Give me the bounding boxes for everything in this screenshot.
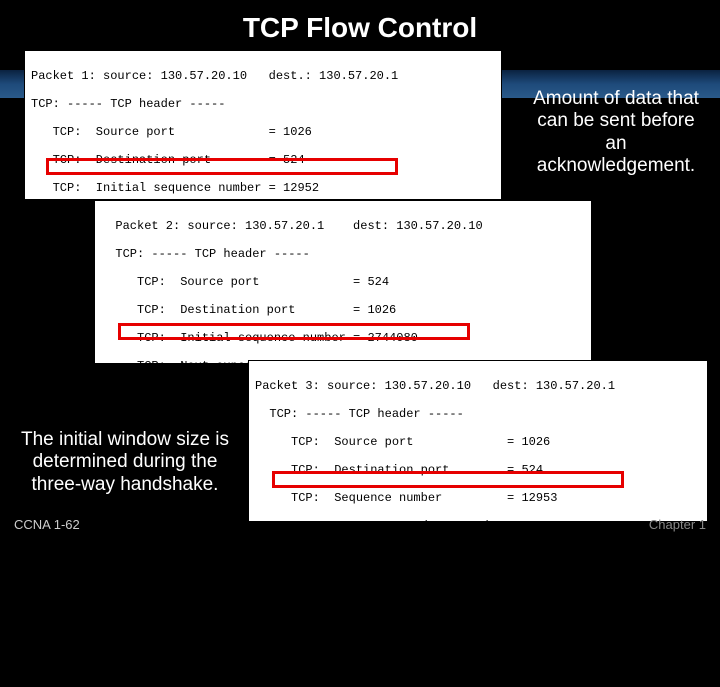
highlight-packet1-window xyxy=(46,158,398,175)
footer-left: CCNA 1-62 xyxy=(14,517,80,532)
highlight-packet3-window xyxy=(272,471,624,488)
packet-1-srcport: TCP: Source port = 1026 xyxy=(31,125,495,139)
packet-2-tcpheader: TCP: ----- TCP header ----- xyxy=(101,247,585,261)
packet-3-seq: TCP: Sequence number = 12953 xyxy=(255,491,701,505)
packet-3-checksum: TCP: Checksum = 493D (correct) xyxy=(255,631,701,645)
packet-1-box: Packet 1: source: 130.57.20.10 dest.: 13… xyxy=(24,50,502,200)
packet-3-ack: TCP: Acknowledgment number = 2744081 xyxy=(255,547,701,561)
packet-3-srcport: TCP: Source port = 1026 xyxy=(255,435,701,449)
highlight-packet2-window xyxy=(118,323,470,340)
footer-right: Chapter 1 xyxy=(649,517,706,532)
packet-2-srcport: TCP: Source port = 524 xyxy=(101,275,585,289)
annotation-window-meaning: Amount of data that can be sent before a… xyxy=(526,88,706,178)
annotation-handshake: The initial window size is determined du… xyxy=(20,429,230,496)
packet-2-dstport: TCP: Destination port = 1026 xyxy=(101,303,585,317)
packet-3-tcpheader: TCP: ----- TCP header ----- xyxy=(255,407,701,421)
packet-3-ackflag: TCP: ...1. = Acknowledgment xyxy=(255,575,701,589)
packet-3-window: TCP: Window = 8760 xyxy=(255,603,701,617)
packet-2-header: Packet 2: source: 130.57.20.1 dest: 130.… xyxy=(101,219,585,233)
packet-1-seq: TCP: Initial sequence number = 12952 xyxy=(31,181,495,195)
packet-3-notcp: TCP: No TCP options xyxy=(255,659,701,673)
packet-3-box: Packet 3: source: 130.57.20.10 dest: 130… xyxy=(248,360,708,522)
slide-title: TCP Flow Control xyxy=(0,12,720,44)
packet-3-nextseq: TCP: Next expected Seq number= 12953 xyxy=(255,519,701,533)
packet-1-header: Packet 1: source: 130.57.20.10 dest.: 13… xyxy=(31,69,495,83)
packet-1-tcpheader: TCP: ----- TCP header ----- xyxy=(31,97,495,111)
packet-3-header: Packet 3: source: 130.57.20.10 dest: 130… xyxy=(255,379,701,393)
